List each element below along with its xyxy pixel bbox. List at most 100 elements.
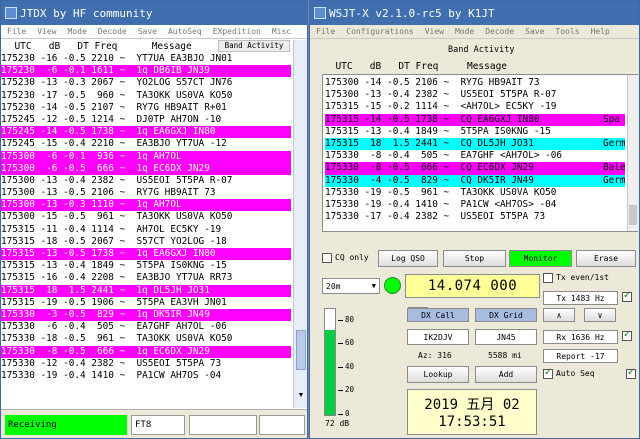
decode-row[interactable]: 175315 -16 -0.4 2208 ~ EA3BJO YT7UA RR73 [1, 272, 291, 284]
arrow-down-icon: ∨ [597, 310, 603, 320]
arrow-up-icon: ∧ [556, 310, 562, 320]
stop-button[interactable]: Stop [443, 250, 506, 267]
jtdx-menu-file[interactable]: File [7, 27, 26, 36]
jtdx-menu-view[interactable]: View [37, 27, 56, 36]
decode-row[interactable]: 175315 -19 -0.5 1906 ~ 5T5PA EA3VH JN01 [1, 297, 291, 309]
add-button[interactable]: Add [475, 366, 537, 383]
jtdx-menu-decode[interactable]: Decode [98, 27, 127, 36]
decode-row[interactable]: 175330 -8 -0.5 666 ~ CQ EC6DX JN29 Bale [325, 162, 625, 175]
decode-row[interactable]: 175300 -13 -0.4 2382 ~ US5EOI 5T5PA R-07 [325, 89, 625, 101]
wsjtx-decode-list[interactable]: 175300 -14 -0.5 2106 ~ RY7G HB9AIT 73 175… [325, 77, 625, 227]
dx-grid-input[interactable]: JN45 [475, 329, 537, 345]
log-qso-button[interactable]: Log QSO [378, 250, 438, 267]
tx-frequency-spinbox[interactable]: Tx 1483 Hz [543, 291, 618, 305]
jtdx-menu-autoseq[interactable]: AutoSeq [168, 27, 202, 36]
status-field-blank-2 [259, 415, 305, 435]
decode-row[interactable]: 175330 -19 -0.4 1410 ~ PA1CW AH7OS -04 [1, 370, 291, 382]
decode-row[interactable]: 175330 -19 -0.4 1410 ~ PA1CW <AH7OS> -04 [325, 199, 625, 211]
decode-row[interactable]: 175300 -14 -0.5 2106 ~ RY7G HB9AIT 73 [325, 77, 625, 89]
dx-call-input[interactable]: IK2DJV [407, 329, 469, 345]
decode-row[interactable]: 175330 -8 -0.4 505 ~ EA7GHF <AH7OL> -06 [325, 150, 625, 162]
meter-tick [338, 319, 343, 321]
jtdx-menu-save[interactable]: Save [138, 27, 157, 36]
report-spinbox[interactable]: Report -17 [543, 349, 618, 363]
app-icon [314, 7, 326, 19]
scrollbar-thumb[interactable] [296, 330, 306, 370]
decode-row[interactable]: 175330 -3 -0.5 829 ~ 1q DK5IR JN49 [1, 308, 291, 322]
jtdx-menu-misc[interactable]: Misc [272, 27, 291, 36]
scroll-down-icon[interactable]: ▼ [296, 392, 306, 404]
decode-row[interactable]: 175330 -12 -0.4 2382 ~ US5EOI 5T5PA 73 [1, 358, 291, 370]
decode-row[interactable]: 175315 -13 -0.4 1849 ~ 5T5PA IS0KNG -15 [1, 260, 291, 272]
scrollbar-thumb[interactable] [629, 205, 637, 225]
decode-row[interactable]: 175330 -17 -0.4 2382 ~ US5EOI 5T5PA 73 [325, 211, 625, 223]
decode-row[interactable]: 175245 -12 -0.5 1214 ~ DJ0TP AH7ON -10 [1, 114, 291, 126]
wsjt-menu-decode[interactable]: Decode [485, 27, 514, 36]
jtdx-scrollbar[interactable]: ▼ [293, 40, 307, 408]
band-activity-label: Band Activity [448, 45, 515, 55]
cq-only-checkbox[interactable] [322, 253, 332, 263]
wsjt-menu-tools[interactable]: Tools [555, 27, 579, 36]
extra-checkbox[interactable] [626, 367, 636, 379]
wsjtx-scrollbar[interactable] [627, 75, 638, 231]
decode-row[interactable]: 175315 -15 -0.2 1114 ~ <AH7OL> EC5KY -19 [325, 101, 625, 113]
lookup-button[interactable]: Lookup [407, 366, 469, 383]
decode-row[interactable]: 175230 -17 -0.5 960 ~ TA3OKK US0VA KO50 [1, 90, 291, 102]
band-activity-tab[interactable]: Band Activity [218, 40, 290, 52]
decode-text: 175300 -6 -0.1 936 ~ 1q AH7OL [1, 150, 182, 162]
decode-row[interactable]: 175230 -16 -0.5 2210 ~ YT7UA EA3BJO JN01 [1, 53, 291, 65]
decode-row[interactable]: 175300 -6 -0.5 666 ~ 1q EC6DX JN29 [1, 162, 291, 175]
decode-row[interactable]: 175245 -14 -0.5 1738 ~ 1q EA6GXJ IN80 [1, 126, 291, 139]
decode-row[interactable]: 175330 -18 -0.5 961 ~ TA3OKK US0VA KO50 [1, 333, 291, 345]
decode-row[interactable]: 175315 -18 -0.5 2067 ~ S57CT YO2LOG -18 [1, 236, 291, 248]
app-icon [5, 7, 17, 19]
decode-row[interactable]: 175330 -4 -0.5 829 ~ CQ DK5IR JN49 Germ [325, 174, 625, 187]
decode-row[interactable]: 175300 -13 -0.3 1110 ~ 1q AH7OL [1, 199, 291, 212]
decode-row[interactable]: 175315 -13 -0.4 1849 ~ 5T5PA IS0KNG -15 [325, 126, 625, 138]
decode-row[interactable]: 175330 -19 -0.5 961 ~ TA3OKK US0VA KO50 [325, 187, 625, 199]
decode-row[interactable]: 175300 -13 -0.4 2382 ~ US5EOI 5T5PA R-07 [1, 175, 291, 187]
decode-row[interactable]: 175315 18 1.5 2441 ~ CQ DL5JH JO31 Germ [325, 137, 625, 151]
wsjtx-titlebar[interactable]: WSJT-X v2.1.0-rc5 by K1JT [310, 1, 639, 25]
wsjt-menu-mode[interactable]: Mode [455, 27, 474, 36]
tx-even-checkbox[interactable] [543, 273, 553, 283]
jtdx-menu-mode[interactable]: Mode [68, 27, 87, 36]
dx-grid-label: DX Grid [475, 308, 537, 322]
jtdx-menu-expedition[interactable]: EXpedition [213, 27, 261, 36]
erase-button[interactable]: Erase [576, 250, 636, 267]
wsjt-menu-help[interactable]: Help [591, 27, 610, 36]
decode-row[interactable]: 175230 -13 -0.3 2067 ~ YO2LOG S57CT JN76 [1, 77, 291, 89]
decode-row[interactable]: 175315 18 1.5 2441 ~ 1q DL5JH JO31 [1, 284, 291, 297]
decode-text: 175315 -19 -0.5 1906 ~ 5T5PA EA3VH JN01 [1, 296, 227, 308]
tx-lock-checkbox[interactable] [622, 290, 632, 302]
decode-row[interactable]: 175245 -15 -0.4 2210 ~ EA3BJO YT7UA -12 [1, 138, 291, 150]
up-arrow-button[interactable]: ∧ [543, 308, 575, 322]
wsjt-menu-file[interactable]: File [316, 27, 335, 36]
wsjt-menu-view[interactable]: View [425, 27, 444, 36]
decode-row[interactable]: 175300 -15 -0.5 961 ~ TA3OKK US0VA KO50 [1, 211, 291, 223]
monitor-button[interactable]: Monitor [509, 250, 572, 267]
decode-row[interactable]: 175230 -6 -0.1 1611 ~ 1q DB6IB JN39 [1, 65, 291, 78]
decode-row[interactable]: 175300 -6 -0.1 936 ~ 1q AH7OL [1, 150, 291, 163]
rx-frequency-spinbox[interactable]: Rx 1636 Hz [543, 330, 618, 344]
decode-text: 175315 -11 -0.4 1114 ~ AH7OL EC5KY -19 [1, 223, 222, 235]
decode-row[interactable]: 175315 -11 -0.4 1114 ~ AH7OL EC5KY -19 [1, 224, 291, 236]
clock-date: 2019 五月 02 [424, 397, 520, 413]
decode-row[interactable]: 175315 -13 -0.5 1738 ~ 1q EA6GXJ IN80 [1, 248, 291, 261]
decode-row[interactable]: 175330 -6 -0.4 505 ~ EA7GHF AH7OL -06 [1, 321, 291, 333]
decode-row[interactable]: 175330 -8 -0.5 666 ~ 1q EC6DX JN29 [1, 345, 291, 358]
decode-row[interactable]: 175300 -13 -0.5 2106 ~ RY7G HB9AIT 73 [1, 187, 291, 199]
auto-seq-checkbox[interactable] [543, 367, 553, 379]
jtdx-titlebar[interactable]: JTDX by HF community [1, 1, 307, 25]
utc-clock: 2019 五月 02 17:53:51 [407, 389, 537, 435]
jtdx-decode-list[interactable]: 175230 -16 -0.5 2210 ~ YT7UA EA3BJO JN01… [1, 53, 291, 408]
band-select[interactable]: 20m ▼ [322, 278, 380, 294]
wsjt-menu-save[interactable]: Save [525, 27, 544, 36]
decode-row[interactable]: 175230 -14 -0.5 2107 ~ RY7G HB9AIT R+01 [1, 102, 291, 114]
down-arrow-button[interactable]: ∨ [584, 308, 616, 322]
decode-row[interactable]: 175315 -14 -0.5 1738 ~ CQ EA6GXJ IN80 Spa [325, 113, 625, 126]
rx-lock-checkbox[interactable] [622, 329, 632, 341]
wsjt-menu-configurations[interactable]: Configurations [346, 27, 413, 36]
decode-text: 175300 -13 -0.4 2382 ~ US5EOI 5T5PA R-07 [1, 174, 233, 186]
meter-tick-label: 60 [345, 338, 355, 348]
